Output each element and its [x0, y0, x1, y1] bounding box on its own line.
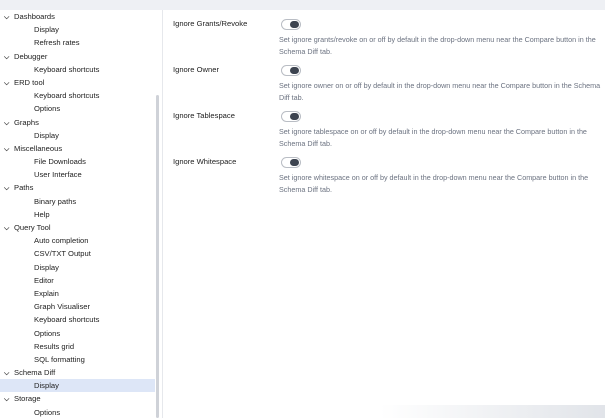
tree-item-label: Display [34, 381, 59, 391]
tree-item[interactable]: Results grid [0, 340, 160, 353]
chevron-down-icon[interactable]: ⌵ [4, 367, 12, 380]
toggle-knob [290, 113, 299, 120]
tree-item-label: Graphs [14, 117, 39, 127]
tree-item[interactable]: Keyboard shortcuts [0, 313, 160, 326]
setting-description: Set ignore whitespace on or off by defau… [279, 173, 589, 194]
tree-item-label: Options [34, 407, 61, 417]
chevron-down-icon[interactable]: ⌵ [4, 77, 12, 90]
setting-label: Ignore Grants/Revoke [173, 19, 248, 28]
tree-item-label: Paths [14, 183, 34, 193]
bottom-fade [380, 405, 605, 418]
tree-group[interactable]: ⌵ Debugger [0, 50, 160, 63]
tree-item-label: Miscellaneous [14, 143, 63, 153]
tree-item-label: Schema Diff [14, 368, 56, 378]
tree-item[interactable]: User Interface [0, 168, 160, 181]
setting-description: Set ignore owner on or off by default in… [279, 81, 601, 102]
setting-label: Ignore Tablespace [173, 111, 235, 120]
tree-item-label: User Interface [34, 170, 82, 180]
tree-group[interactable]: ⌵ Paths [0, 181, 160, 194]
tree-item[interactable]: Options [0, 406, 160, 418]
tree-item[interactable]: Display [0, 261, 160, 274]
tree-item-label: Keyboard shortcuts [34, 315, 100, 325]
tree-item[interactable]: Display [0, 379, 155, 393]
toggle-knob [290, 21, 299, 28]
tree-group[interactable]: ⌵ Miscellaneous [0, 142, 160, 155]
tree-group[interactable]: ⌵ Graphs [0, 116, 160, 129]
tree-item-label: File Downloads [34, 157, 86, 167]
tree-item-label: Refresh rates [34, 38, 80, 48]
chevron-down-icon[interactable]: ⌵ [4, 117, 12, 130]
tree-group[interactable]: ⌵ ERD tool [0, 76, 160, 89]
tree-item[interactable]: Display [0, 23, 160, 36]
setting-description: Set ignore grants/revoke on or off by de… [279, 35, 596, 56]
tree-item-label: Dashboards [14, 12, 55, 21]
chevron-down-icon[interactable]: ⌵ [4, 393, 12, 406]
chevron-down-icon[interactable]: ⌵ [4, 51, 12, 64]
tree-item-label: Debugger [14, 51, 48, 61]
setting-label: Ignore Whitespace [173, 157, 237, 166]
tree-item[interactable]: File Downloads [0, 155, 160, 168]
tree-item[interactable]: Display [0, 129, 160, 142]
tree-item[interactable]: Binary paths [0, 195, 160, 208]
tree-item-label: Display [34, 25, 59, 35]
tree-item-label: CSV/TXT Output [34, 249, 91, 259]
tree-group[interactable]: ⌵ Schema Diff [0, 366, 160, 379]
tree-item-label: Options [34, 104, 61, 114]
tree-item-label: Explain [34, 288, 59, 298]
tree-item-label: Storage [14, 394, 41, 404]
tree-item-label: Results grid [34, 341, 75, 351]
chevron-down-icon[interactable]: ⌵ [4, 143, 12, 156]
tree-item-label: Keyboard shortcuts [34, 91, 100, 101]
tree-item[interactable]: SQL formatting [0, 353, 160, 366]
tree-item[interactable]: Options [0, 102, 160, 115]
chevron-down-icon[interactable]: ⌵ [4, 182, 12, 195]
chevron-down-icon[interactable]: ⌵ [4, 11, 12, 24]
tree-item-label: Help [34, 209, 50, 219]
tree-item[interactable]: Editor [0, 274, 160, 287]
tree-item[interactable]: Graph Visualiser [0, 300, 160, 313]
tree-item-label: Binary paths [34, 196, 77, 206]
setting-label: Ignore Owner [173, 65, 220, 74]
tree-item-label: ERD tool [14, 77, 45, 87]
tree-item[interactable]: Explain [0, 287, 160, 300]
tree-item[interactable]: Options [0, 327, 160, 340]
chevron-down-icon[interactable]: ⌵ [4, 222, 12, 235]
schema-diff-display-settings: Ignore Grants/Revoke Set ignore grants/re… [163, 10, 605, 418]
setting-toggle[interactable] [281, 157, 301, 168]
setting-toggle[interactable] [281, 111, 301, 122]
tree-item[interactable]: Refresh rates [0, 36, 160, 49]
tree-item-label: Editor [34, 275, 54, 285]
tree-group[interactable]: ⌵ Query Tool [0, 221, 160, 234]
tree-item-label: Display [34, 130, 59, 140]
toggle-knob [290, 159, 299, 166]
tree-item[interactable]: Help [0, 208, 160, 221]
setting-description: Set ignore tablespace on or off by defau… [279, 127, 587, 148]
tree-item-label: Auto completion [34, 236, 89, 246]
tree-item[interactable]: Auto completion [0, 234, 160, 247]
setting-toggle[interactable] [281, 65, 301, 76]
top-strip [0, 0, 605, 10]
tree-item-label: Graph Visualiser [34, 302, 90, 312]
tree-group[interactable]: ⌵ Storage [0, 392, 160, 405]
tree-item-label: Options [34, 328, 61, 338]
tree-item[interactable]: Keyboard shortcuts [0, 89, 160, 102]
tree-item-label: Display [34, 262, 59, 272]
tree-group[interactable]: ⌵ Dashboards [0, 10, 160, 23]
tree-item-label: SQL formatting [34, 354, 85, 364]
tree-item-label: Query Tool [14, 223, 51, 232]
preferences-tree: ⌵ Dashboards Display Refresh rates ⌵ Debugger… [0, 10, 160, 418]
tree-item-label: Keyboard shortcuts [34, 64, 100, 74]
toggle-knob [290, 67, 299, 74]
tree-item[interactable]: CSV/TXT Output [0, 247, 160, 260]
tree-scrollbar[interactable] [156, 95, 159, 418]
setting-toggle[interactable] [281, 19, 301, 30]
tree-item[interactable]: Keyboard shortcuts [0, 63, 160, 76]
